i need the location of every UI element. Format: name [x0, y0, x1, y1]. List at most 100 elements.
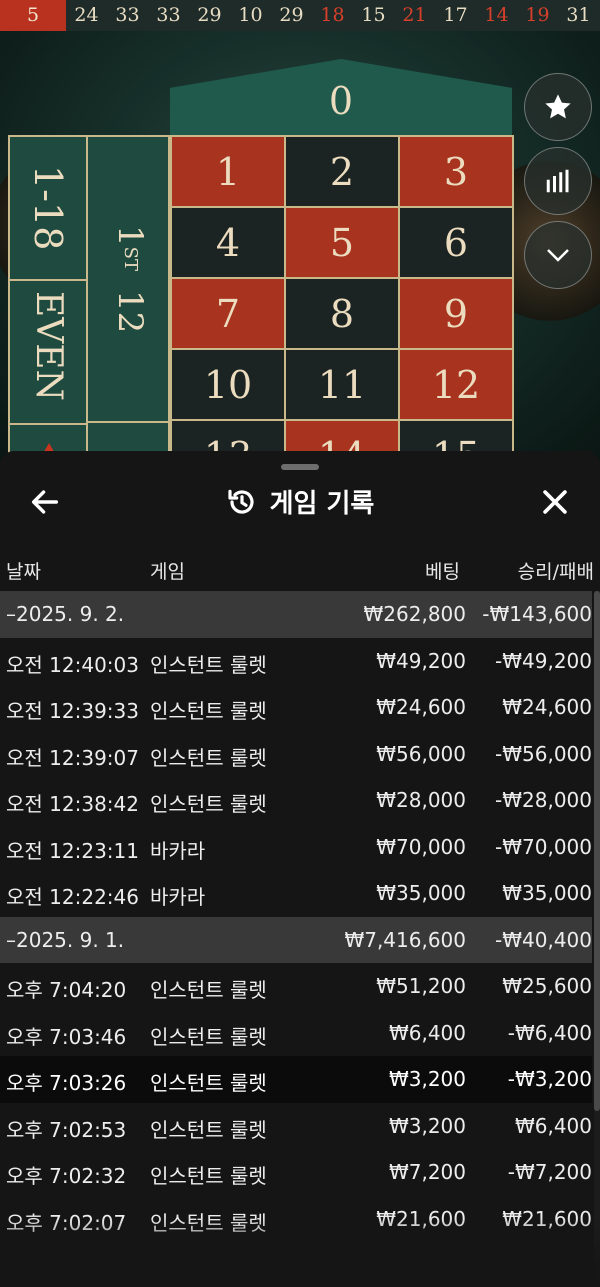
number-cell[interactable]: 9 — [400, 279, 514, 350]
number-cell[interactable]: 2 — [286, 137, 400, 208]
row-game: 인스턴트 룰렛 — [150, 978, 267, 1002]
row-time: –2025. 9. 1. — [6, 927, 125, 952]
row-time: 오전 12:39:07 — [6, 745, 139, 770]
row-result: -₩70,000 — [495, 834, 592, 859]
row-game: 인스턴트 룰렛 — [150, 1071, 267, 1095]
row-game: 인스턴트 룰렛 — [150, 699, 267, 723]
row-game: 인스턴트 룰렛 — [150, 1117, 267, 1142]
game-history-sheet: 게임 기록 날짜 게임 베팅 승리/패배 –2025. 9. 2. ₩262,80… — [0, 451, 600, 1287]
row-result: ₩25,600 — [502, 974, 592, 998]
row-time: 오전 12:38:42 — [6, 792, 139, 816]
number-cell[interactable]: 8 — [286, 279, 400, 350]
result-number: 21 — [402, 4, 427, 26]
list-fade-overlay — [0, 1217, 600, 1287]
sheet-grabber[interactable] — [281, 464, 319, 470]
row-game: 인스턴트 룰렛 — [150, 1024, 267, 1049]
number-cell[interactable]: 4 — [172, 208, 286, 279]
outside-bet-column: 1-18 EVEN — [8, 135, 88, 461]
number-cell[interactable]: 11 — [286, 350, 400, 421]
statistics-button[interactable] — [524, 147, 592, 215]
number-cell[interactable]: 3 — [400, 137, 514, 208]
close-icon — [543, 490, 567, 514]
row-game: 바카라 — [150, 885, 206, 909]
row-result: ₩24,600 — [502, 695, 592, 719]
star-icon — [545, 94, 571, 119]
row-time: –2025. 9. 2. — [6, 602, 125, 626]
row-time: 오전 12:22:46 — [6, 885, 139, 909]
result-number: 14 — [484, 4, 509, 26]
column-date: 날짜 — [6, 561, 41, 583]
row-bet: ₩6,400 — [388, 1020, 466, 1045]
history-row: 오전 12:23:11 바카라 ₩70,000 -₩70,000 — [0, 824, 592, 871]
number-cell[interactable]: 12 — [400, 350, 514, 421]
row-game: 바카라 — [150, 838, 206, 863]
dozen-number: 1 — [110, 225, 150, 247]
number-cell-zero[interactable]: 0 — [170, 59, 512, 135]
date-group-row[interactable]: –2025. 9. 2. ₩262,800 -₩143,600 — [0, 591, 592, 638]
row-bet: ₩24,600 — [376, 695, 466, 719]
row-result: -₩6,400 — [507, 1020, 592, 1045]
row-result: -₩56,000 — [495, 741, 592, 766]
row-time: 오후 7:04:20 — [6, 978, 127, 1002]
row-bet: ₩51,200 — [376, 974, 466, 998]
number-cell[interactable]: 7 — [172, 279, 286, 350]
row-result: ₩6,400 — [514, 1113, 592, 1138]
history-row: 오후 7:02:32 인스턴트 룰렛 ₩7,200 -₩7,200 — [0, 1149, 592, 1196]
row-time: 오전 12:40:03 — [6, 652, 139, 677]
row-result: -₩40,400 — [495, 927, 592, 952]
history-list: –2025. 9. 2. ₩262,800 -₩143,600 오전 12:40:03… — [0, 591, 592, 1242]
bet-1-18-label: 1-18 — [26, 165, 70, 251]
row-time: 오후 7:02:53 — [6, 1117, 127, 1142]
history-icon — [228, 489, 254, 514]
row-game: 인스턴트 룰렛 — [150, 792, 267, 816]
row-game: 인스턴트 룰렛 — [150, 1164, 267, 1188]
result-number: 10 — [238, 4, 263, 26]
row-bet: ₩28,000 — [376, 788, 466, 812]
scrollbar-thumb[interactable] — [594, 591, 600, 1111]
favorite-button[interactable] — [524, 73, 592, 141]
sheet-header: 게임 기록 — [0, 475, 600, 527]
bar-chart-icon — [546, 169, 569, 193]
collapse-button[interactable] — [524, 221, 592, 289]
row-time: 오후 7:03:46 — [6, 1024, 127, 1049]
bet-first-dozen[interactable]: 1ST 12 — [88, 137, 168, 423]
roulette-table: 0 1-18 EVEN 1ST 12 1 2 3 4 5 6 7 8 9 10 11 12 13 14 15 — [0, 31, 600, 461]
row-bet: ₩7,200 — [388, 1160, 466, 1184]
row-time: 오후 7:03:26 — [6, 1071, 127, 1095]
row-bet: ₩7,416,600 — [344, 927, 466, 952]
date-group-row[interactable]: –2025. 9. 1. ₩7,416,600 -₩40,400 — [0, 916, 592, 963]
bet-even[interactable]: EVEN — [10, 281, 86, 425]
row-result: -₩28,000 — [495, 788, 592, 812]
result-number: 29 — [279, 4, 304, 26]
result-number: 29 — [197, 4, 222, 26]
row-bet: ₩56,000 — [376, 741, 466, 766]
bet-1-18[interactable]: 1-18 — [10, 137, 86, 281]
row-result: -₩143,600 — [482, 602, 592, 626]
row-result: ₩35,000 — [502, 881, 592, 905]
column-game: 게임 — [150, 561, 185, 583]
latest-result-number: 5 — [0, 0, 66, 31]
row-bet: ₩35,000 — [376, 881, 466, 905]
row-time: 오전 12:23:11 — [6, 838, 139, 863]
close-button[interactable] — [538, 485, 572, 519]
number-cell[interactable]: 6 — [400, 208, 514, 279]
row-bet: ₩3,200 — [388, 1067, 466, 1091]
history-row: 오후 7:04:20 인스턴트 룰렛 ₩51,200 ₩25,600 — [0, 963, 592, 1010]
history-row: 오전 12:22:46 바카라 ₩35,000 ₩35,000 — [0, 870, 592, 917]
number-cell[interactable]: 5 — [286, 208, 400, 279]
sheet-title: 게임 기록 — [269, 489, 375, 519]
result-number: 17 — [443, 4, 468, 26]
dozen-label: 1ST 12 — [110, 225, 150, 333]
row-game: 인스턴트 룰렛 — [150, 652, 267, 677]
dozen-suffix: ST — [120, 246, 141, 271]
row-bet: ₩70,000 — [376, 834, 466, 859]
number-cell[interactable]: 1 — [172, 137, 286, 208]
row-bet: ₩3,200 — [388, 1113, 466, 1138]
history-row: 오후 7:02:53 인스턴트 룰렛 ₩3,200 ₩6,400 — [0, 1103, 592, 1150]
number-cell[interactable]: 10 — [172, 350, 286, 421]
row-result: -₩3,200 — [507, 1067, 592, 1091]
dozen-count: 12 — [110, 289, 150, 334]
history-row: 오후 7:03:46 인스턴트 룰렛 ₩6,400 -₩6,400 — [0, 1010, 592, 1057]
sheet-title-group: 게임 기록 — [0, 483, 600, 520]
dozen-bet-column: 1ST 12 — [88, 135, 170, 461]
